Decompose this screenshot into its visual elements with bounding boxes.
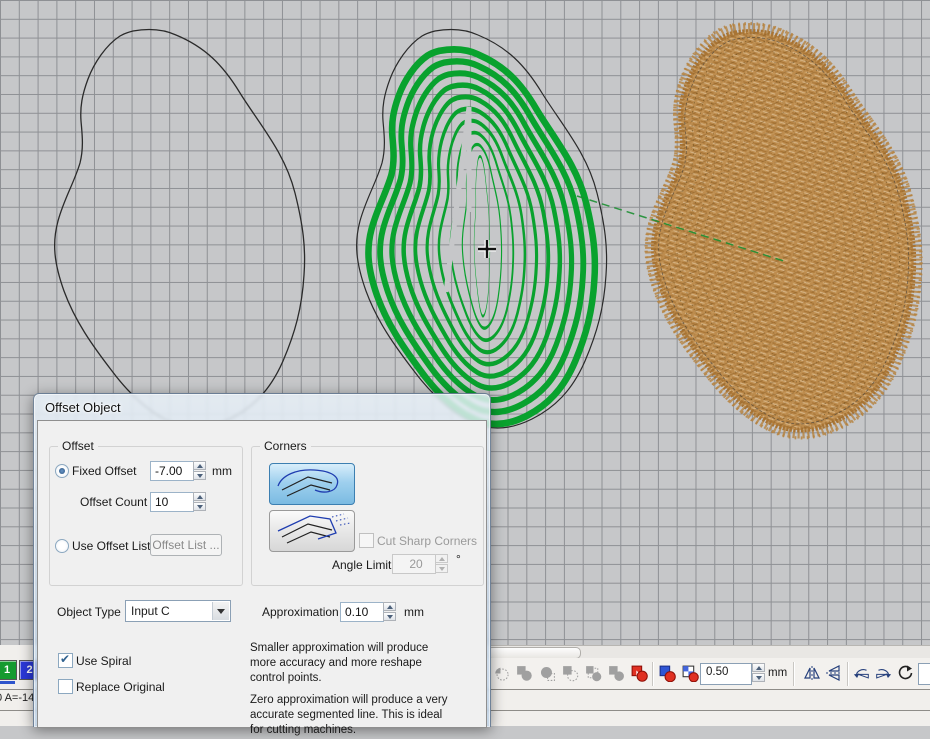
width-unit-label: mm [768, 667, 787, 679]
fixed-offset-spinner[interactable] [193, 461, 208, 481]
replace-original-label: Replace Original [76, 680, 165, 694]
offset-preview-shape[interactable] [357, 30, 607, 428]
offset-group: Offset Fixed Offset -7.00 mm Offset Coun… [49, 446, 243, 586]
cut-sharp-corners-checkbox[interactable] [359, 533, 374, 548]
round-corners-button[interactable] [269, 463, 355, 505]
fixed-offset-label: Fixed Offset [72, 464, 136, 478]
status-text: 0 A=-14 [0, 692, 34, 704]
remove-overlaps-icon[interactable] [630, 664, 648, 682]
fixed-offset-input[interactable]: -7.00 [150, 461, 194, 481]
dialog-content: Offset Fixed Offset -7.00 mm Offset Coun… [38, 421, 486, 727]
use-spiral-label: Use Spiral [76, 654, 131, 668]
approximation-input[interactable]: 0.10 [340, 602, 384, 622]
cut-sharp-corners-label: Cut Sharp Corners [377, 534, 477, 548]
application-window: { "dialog": { "title": "Offset Object", … [0, 0, 930, 726]
offset-list-button[interactable]: Offset List ... [150, 534, 222, 556]
offset-object-dialog[interactable]: Offset Object Offset Fixed Offset -7.00 … [33, 393, 491, 727]
use-offset-list-radio[interactable] [55, 539, 69, 553]
rotate-left-icon[interactable] [853, 664, 871, 682]
dialog-title: Offset Object [45, 400, 121, 415]
approximation-note-2: Zero approximation will produce a very a… [250, 693, 452, 739]
outline-width-spinner[interactable] [752, 663, 767, 683]
dropdown-arrow-icon[interactable] [212, 602, 229, 620]
color-swatch-1[interactable]: 1 [0, 660, 17, 680]
split-disabled-icon[interactable] [561, 664, 579, 682]
angle-limit-input[interactable]: 20 [392, 554, 436, 574]
sharp-corners-preview-icon [270, 511, 354, 551]
corners-group: Corners Cut Sharp Corners Angle Limit 20 [251, 446, 484, 586]
rotate-reset-icon[interactable] [896, 664, 914, 682]
fixed-offset-unit: mm [212, 464, 232, 478]
spiral-seam [446, 107, 469, 292]
outline-width-input[interactable]: 0.50 [700, 663, 752, 685]
sharp-corners-button[interactable] [269, 510, 355, 552]
pattern-stamp-icon[interactable] [681, 664, 699, 682]
approximation-unit: mm [404, 605, 424, 619]
object-type-label: Object Type [57, 605, 121, 619]
use-spiral-checkbox[interactable] [58, 653, 73, 668]
merge-disabled-icon[interactable] [584, 664, 602, 682]
offset-count-label: Offset Count [80, 495, 142, 509]
approximation-spinner[interactable] [383, 602, 398, 622]
corners-group-label: Corners [260, 439, 311, 453]
object-type-dropdown[interactable]: Input C [125, 600, 231, 622]
stitched-shape[interactable] [646, 24, 921, 438]
approximation-note-1: Smaller approximation will produce more … [250, 641, 452, 687]
current-color-indicator [0, 681, 15, 684]
offset-group-label: Offset [58, 439, 98, 453]
horizontal-scrollbar[interactable] [480, 645, 930, 659]
rotate-right-icon[interactable] [874, 664, 892, 682]
mirror-horizontal-icon[interactable] [803, 664, 821, 682]
outline-shape[interactable] [55, 30, 305, 428]
replace-original-checkbox[interactable] [58, 679, 73, 694]
fixed-offset-radio[interactable] [55, 464, 69, 478]
approximation-label: Approximation [262, 605, 339, 619]
angle-limit-spinner[interactable] [435, 554, 450, 574]
cut-disabled-icon[interactable] [515, 664, 533, 682]
crosshair-cursor [478, 240, 496, 258]
offset-rings [368, 49, 594, 423]
offset-count-input[interactable]: 10 [150, 492, 194, 512]
offset-count-spinner[interactable] [193, 492, 208, 512]
weld-disabled-icon[interactable] [607, 664, 625, 682]
rotate-angle-input[interactable] [918, 663, 930, 685]
object-type-value: Input C [131, 604, 170, 618]
object-order-icon[interactable] [658, 664, 676, 682]
fill-hole-disabled-icon[interactable] [538, 664, 556, 682]
use-offset-list-label: Use Offset List [72, 539, 150, 553]
angle-limit-unit: ° [456, 552, 461, 566]
round-corners-preview-icon [270, 464, 354, 504]
knife-disabled-icon[interactable] [492, 664, 510, 682]
angle-limit-label: Angle Limit [332, 558, 386, 572]
mirror-vertical-icon[interactable] [825, 664, 843, 682]
